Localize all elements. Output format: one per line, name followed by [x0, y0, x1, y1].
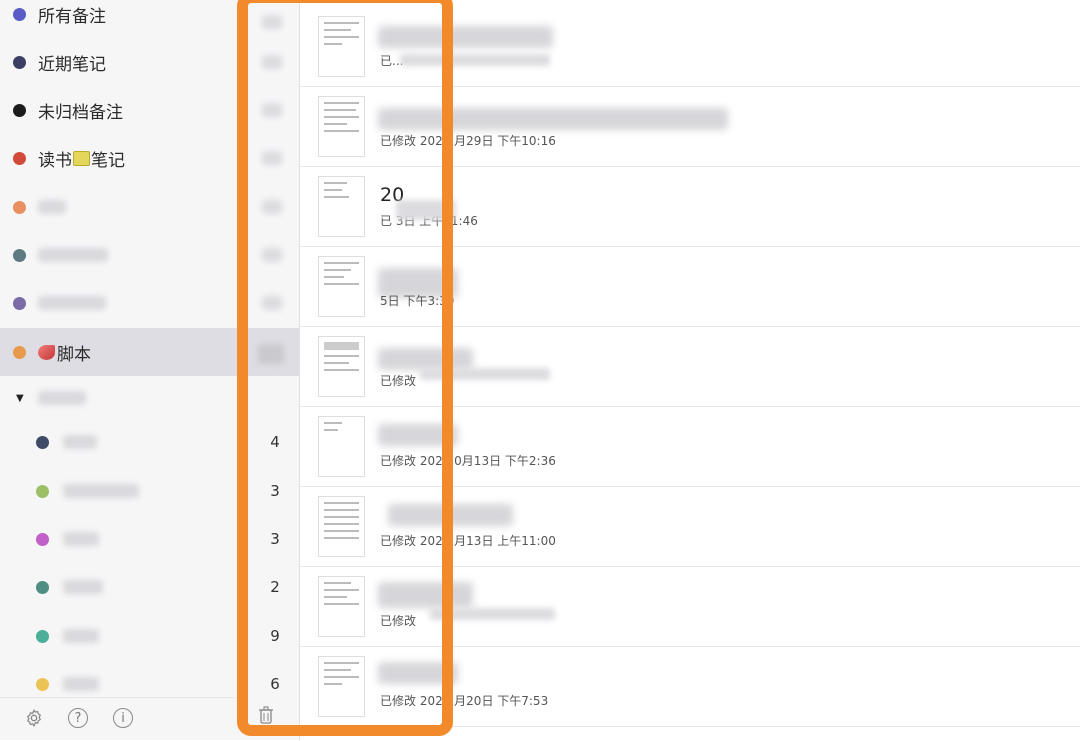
redacted-label	[63, 435, 97, 449]
gear-icon[interactable]	[24, 708, 44, 728]
notebook-label: 读书 笔记	[38, 146, 125, 171]
notebook-item[interactable]	[0, 279, 235, 327]
notebook-color-dot	[13, 103, 26, 117]
notebook-reading[interactable]: 读书 笔记	[0, 134, 235, 182]
notebook-color-dot	[36, 435, 49, 449]
notebook-color-dot	[13, 200, 26, 214]
notebook-color-dot	[13, 151, 26, 165]
notebook-label-text: 读书	[38, 150, 72, 171]
sub-notebook-item[interactable]	[0, 515, 235, 563]
notebook-all-notes[interactable]: 所有备注	[0, 0, 235, 38]
notebook-item[interactable]	[0, 183, 235, 231]
notebook-label: 未归档备注	[38, 102, 123, 123]
redacted-label	[63, 580, 103, 594]
notebook-label: 近期笔记	[38, 54, 106, 75]
notebook-label: 脚本	[38, 340, 91, 365]
redacted-label	[38, 296, 106, 310]
redacted-label	[38, 248, 108, 262]
notebook-color-dot	[13, 55, 26, 69]
notebook-label-text: 脚本	[57, 344, 91, 365]
green-book-icon	[73, 150, 90, 166]
redacted-label	[63, 629, 99, 643]
notebook-color-dot	[36, 677, 49, 691]
notebook-label-suffix: 笔记	[91, 150, 125, 171]
notebook-color-dot	[13, 345, 26, 359]
notebook-color-dot	[36, 484, 49, 498]
sub-notebook-item[interactable]	[0, 612, 235, 660]
notebook-recent-notes[interactable]: 近期笔记	[0, 38, 235, 86]
sub-notebook-item[interactable]	[0, 467, 235, 515]
notebook-color-dot	[36, 629, 49, 643]
redacted-label	[38, 200, 66, 214]
notebook-unfiled[interactable]: 未归档备注	[0, 86, 235, 134]
notebook-color-dot	[13, 296, 26, 310]
help-icon[interactable]: ?	[68, 708, 88, 728]
notebook-color-dot	[36, 532, 49, 546]
redacted-label	[63, 677, 99, 691]
shell-icon	[38, 344, 55, 360]
notebook-color-dot	[13, 248, 26, 262]
notebook-label: 所有备注	[38, 6, 106, 27]
highlight-frame	[237, 0, 453, 736]
redacted-label	[37, 391, 86, 405]
redacted-label	[63, 484, 139, 498]
notebook-color-dot	[36, 580, 49, 594]
sub-notebook-item[interactable]	[0, 563, 235, 611]
redacted-label	[63, 532, 99, 546]
info-icon[interactable]: i	[113, 708, 133, 728]
sidebar: 所有备注 近期笔记 未归档备注 读书 笔记 脚本 ▼ ? i	[0, 0, 235, 740]
notebook-group[interactable]: ▼	[0, 374, 235, 422]
disclosure-triangle-icon[interactable]: ▼	[16, 393, 24, 404]
notebook-item[interactable]	[0, 231, 235, 279]
sub-notebook-item[interactable]	[0, 418, 235, 466]
notebook-script[interactable]: 脚本	[0, 328, 235, 376]
notebook-color-dot	[13, 7, 26, 21]
